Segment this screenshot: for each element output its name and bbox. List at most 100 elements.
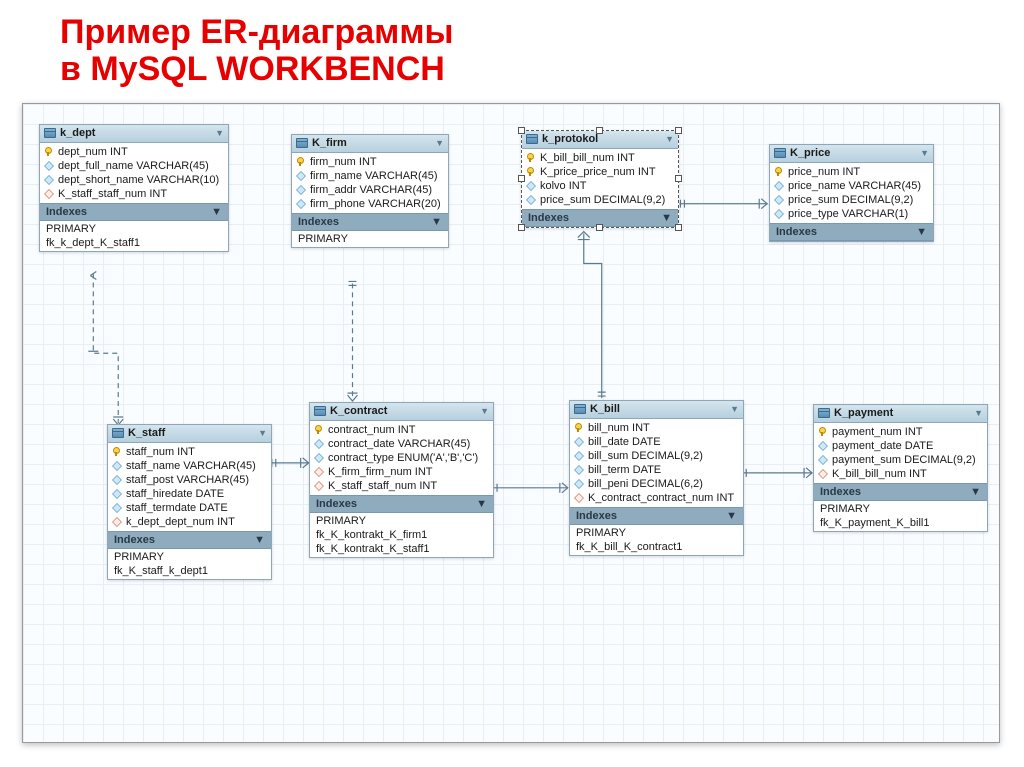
column-icon <box>296 185 306 195</box>
table-k-price[interactable]: K_price ▼ price_num INT price_name VARCH… <box>769 144 934 242</box>
resize-handle[interactable] <box>596 224 603 231</box>
column: K_firm_firm_num INT <box>310 465 493 479</box>
column-icon <box>44 161 54 171</box>
chevron-down-icon[interactable]: ▼ <box>215 128 224 138</box>
indexes-header[interactable]: Indexes▼ <box>570 507 743 525</box>
column: dept_num INT <box>40 145 228 159</box>
indexes-header[interactable]: Indexes▼ <box>770 223 933 241</box>
column-icon <box>774 195 784 205</box>
column: price_num INT <box>770 165 933 179</box>
table-k-firm[interactable]: K_firm ▼ firm_num INT firm_name VARCHAR(… <box>291 134 449 248</box>
table-name: K_firm <box>312 137 431 149</box>
column: bill_sum DECIMAL(9,2) <box>570 449 743 463</box>
chevron-down-icon[interactable]: ▼ <box>665 134 674 144</box>
resize-handle[interactable] <box>675 224 682 231</box>
indexes-header[interactable]: Indexes▼ <box>310 495 493 513</box>
table-k-bill[interactable]: K_bill ▼ bill_num INT bill_date DATE bil… <box>569 400 744 556</box>
column: payment_date DATE <box>814 439 987 453</box>
column-icon <box>774 209 784 219</box>
column: firm_addr VARCHAR(45) <box>292 183 448 197</box>
chevron-down-icon[interactable]: ▼ <box>970 486 981 498</box>
chevron-down-icon[interactable]: ▼ <box>258 428 267 438</box>
table-header[interactable]: K_price ▼ <box>770 145 933 163</box>
column: dept_short_name VARCHAR(10) <box>40 173 228 187</box>
column: bill_date DATE <box>570 435 743 449</box>
pk-icon <box>314 425 324 435</box>
column: staff_termdate DATE <box>108 501 271 515</box>
resize-handle[interactable] <box>596 127 603 134</box>
column: staff_hiredate DATE <box>108 487 271 501</box>
column: firm_num INT <box>292 155 448 169</box>
resize-handle[interactable] <box>518 127 525 134</box>
chevron-down-icon[interactable]: ▼ <box>480 406 489 416</box>
column: payment_sum DECIMAL(9,2) <box>814 453 987 467</box>
column-icon <box>526 195 536 205</box>
er-canvas[interactable]: k_dept ▼ dept_num INT dept_full_name VAR… <box>22 103 1000 743</box>
fk-icon <box>574 493 584 503</box>
column-icon <box>574 437 584 447</box>
indexes-header[interactable]: Indexes▼ <box>40 203 228 221</box>
indexes-header[interactable]: Indexes▼ <box>814 483 987 501</box>
index-list: PRIMARY fk_k_dept_K_staff1 <box>40 221 228 251</box>
resize-handle[interactable] <box>675 127 682 134</box>
chevron-down-icon[interactable]: ▼ <box>661 212 672 224</box>
column: K_price_price_num INT <box>522 165 678 179</box>
index-item: fk_K_kontrakt_K_staff1 <box>310 542 493 556</box>
table-icon <box>44 128 56 138</box>
column-icon <box>818 441 828 451</box>
page-title: Пример ER-диаграммы в MySQL WORKBENCH <box>0 0 1024 97</box>
table-name: K_contract <box>330 405 476 417</box>
chevron-down-icon[interactable]: ▼ <box>730 404 739 414</box>
resize-handle[interactable] <box>675 175 682 182</box>
table-header[interactable]: K_bill ▼ <box>570 401 743 419</box>
chevron-down-icon[interactable]: ▼ <box>476 498 487 510</box>
pk-icon <box>296 157 306 167</box>
index-item: PRIMARY <box>108 550 271 564</box>
column-icon <box>574 479 584 489</box>
chevron-down-icon[interactable]: ▼ <box>916 226 927 238</box>
fk-icon <box>112 517 122 527</box>
chevron-down-icon[interactable]: ▼ <box>726 510 737 522</box>
fk-icon <box>44 189 54 199</box>
indexes-header[interactable]: Indexes▼ <box>292 213 448 231</box>
pk-icon <box>774 167 784 177</box>
fk-icon <box>818 469 828 479</box>
table-k-payment[interactable]: K_payment ▼ payment_num INT payment_date… <box>813 404 988 532</box>
chevron-down-icon[interactable]: ▼ <box>435 138 444 148</box>
column: k_dept_dept_num INT <box>108 515 271 529</box>
column-icon <box>296 171 306 181</box>
column-icon <box>112 475 122 485</box>
index-item: PRIMARY <box>292 232 448 246</box>
column-list: firm_num INT firm_name VARCHAR(45) firm_… <box>292 153 448 213</box>
column: K_bill_bill_num INT <box>814 467 987 481</box>
chevron-down-icon[interactable]: ▼ <box>974 408 983 418</box>
table-header[interactable]: K_payment ▼ <box>814 405 987 423</box>
chevron-down-icon[interactable]: ▼ <box>920 148 929 158</box>
table-header[interactable]: K_contract ▼ <box>310 403 493 421</box>
indexes-header[interactable]: Indexes▼ <box>108 531 271 549</box>
resize-handle[interactable] <box>518 224 525 231</box>
table-header[interactable]: k_dept ▼ <box>40 125 228 143</box>
index-item: fk_K_kontrakt_K_firm1 <box>310 528 493 542</box>
column: kolvo INT <box>522 179 678 193</box>
column: dept_full_name VARCHAR(45) <box>40 159 228 173</box>
table-k-protokol[interactable]: k_protokol ▼ K_bill_bill_num INT K_price… <box>521 130 679 228</box>
table-k-contract[interactable]: K_contract ▼ contract_num INT contract_d… <box>309 402 494 558</box>
column-icon <box>44 175 54 185</box>
chevron-down-icon[interactable]: ▼ <box>431 216 442 228</box>
table-k-dept[interactable]: k_dept ▼ dept_num INT dept_full_name VAR… <box>39 124 229 252</box>
table-icon <box>296 138 308 148</box>
index-list: PRIMARY fk_K_staff_k_dept1 <box>108 549 271 579</box>
resize-handle[interactable] <box>518 175 525 182</box>
chevron-down-icon[interactable]: ▼ <box>211 206 222 218</box>
column: price_sum DECIMAL(9,2) <box>522 193 678 207</box>
table-header[interactable]: K_firm ▼ <box>292 135 448 153</box>
table-k-staff[interactable]: K_staff ▼ staff_num INT staff_name VARCH… <box>107 424 272 580</box>
chevron-down-icon[interactable]: ▼ <box>254 534 265 546</box>
column: payment_num INT <box>814 425 987 439</box>
table-header[interactable]: K_staff ▼ <box>108 425 271 443</box>
index-item: fk_K_staff_k_dept1 <box>108 564 271 578</box>
column: firm_name VARCHAR(45) <box>292 169 448 183</box>
pk-icon <box>526 167 536 177</box>
title-line-1: Пример ER-диаграммы <box>60 14 1024 51</box>
